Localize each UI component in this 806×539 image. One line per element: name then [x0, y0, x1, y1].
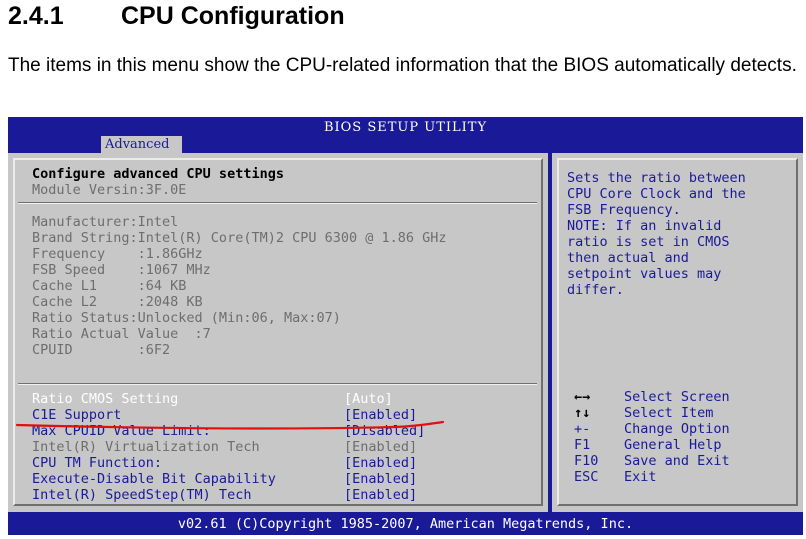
setting-value-speedstep[interactable]: [Enabled] [344, 487, 417, 503]
panel-heading: Configure advanced CPU settings [32, 166, 284, 182]
settings-panel: Configure advanced CPU settings Module V… [8, 153, 548, 512]
info-cache-l1: Cache L1 :64 KB [32, 278, 187, 294]
help-text-line: FSB Frequency. [567, 202, 681, 218]
setting-value-cpu-tm[interactable]: [Enabled] [344, 455, 417, 471]
info-cpuid: CPUID :6F2 [32, 342, 171, 358]
info-cache-l2: Cache L2 :2048 KB [32, 294, 203, 310]
module-version: Module Versin:3F.0E [32, 182, 187, 198]
setting-value-virtualization: [Enabled] [344, 439, 418, 455]
left-right-arrows-icon: ←→ [574, 389, 591, 405]
key-plus-minus: +- [574, 421, 591, 437]
setting-label-ratio-cmos[interactable]: Ratio CMOS Setting [32, 391, 178, 407]
help-text-line: Sets the ratio between [567, 170, 746, 186]
help-panel: Sets the ratio between CPU Core Clock an… [552, 153, 803, 512]
intro-paragraph: The items in this menu show the CPU-rela… [8, 55, 797, 76]
section-number: 2.4.1 [8, 2, 64, 30]
info-ratio-actual: Ratio Actual Value :7 [32, 326, 211, 342]
key-desc-change-option: Change Option [624, 421, 730, 437]
info-brand-string: Brand String:Intel(R) Core(TM)2 CPU 6300… [32, 230, 447, 246]
setting-label-cpu-tm[interactable]: CPU TM Function: [32, 455, 162, 471]
help-text-line: CPU Core Clock and the [567, 186, 746, 202]
tab-advanced[interactable]: Advanced [101, 136, 182, 154]
section-title: CPU Configuration [121, 2, 345, 30]
setting-label-c1e-support[interactable]: C1E Support [32, 407, 121, 423]
key-desc-select-item: Select Item [624, 405, 714, 421]
setting-value-execute-disable[interactable]: [Enabled] [344, 471, 417, 487]
info-ratio-status: Ratio Status:Unlocked (Min:06, Max:07) [32, 310, 341, 326]
setting-label-execute-disable[interactable]: Execute-Disable Bit Capability [32, 471, 276, 487]
key-desc-select-screen: Select Screen [624, 389, 730, 405]
key-desc-save-exit: Save and Exit [624, 453, 730, 469]
help-text-line: NOTE: If an invalid [567, 218, 722, 234]
divider [18, 383, 537, 385]
key-desc-exit: Exit [624, 469, 657, 485]
setting-value-ratio-cmos[interactable]: [Auto] [344, 391, 393, 407]
help-text-line: setpoint values may [567, 266, 722, 282]
setting-label-speedstep[interactable]: Intel(R) SpeedStep(TM) Tech [32, 487, 251, 503]
key-esc: ESC [574, 469, 599, 485]
info-frequency: Frequency :1.86GHz [32, 246, 203, 262]
setting-label-max-cpuid[interactable]: Max CPUID Value Limit: [32, 423, 211, 439]
bios-title: BIOS SETUP UTILITY [323, 120, 488, 135]
setting-label-virtualization: Intel(R) Virtualization Tech [32, 439, 260, 455]
setting-value-max-cpuid[interactable]: [Disabled] [344, 423, 425, 439]
key-f10: F10 [574, 453, 599, 469]
bios-screen: BIOS SETUP UTILITY Advanced Configure ad… [8, 117, 803, 535]
key-f1: F1 [574, 437, 591, 453]
setting-value-c1e-support[interactable]: [Enabled] [344, 407, 417, 423]
help-text-line: ratio is set in CMOS [567, 234, 730, 250]
info-manufacturer: Manufacturer:Intel [32, 214, 179, 230]
help-text-line: then actual and [567, 250, 689, 266]
key-desc-general-help: General Help [624, 437, 722, 453]
bios-footer: v02.61 (C)Copyright 1985-2007, American … [177, 516, 634, 532]
help-text-line: differ. [567, 282, 624, 298]
info-fsb-speed: FSB Speed :1067 MHz [32, 262, 211, 278]
divider [18, 202, 537, 204]
up-down-arrows-icon: ↑↓ [574, 405, 591, 421]
